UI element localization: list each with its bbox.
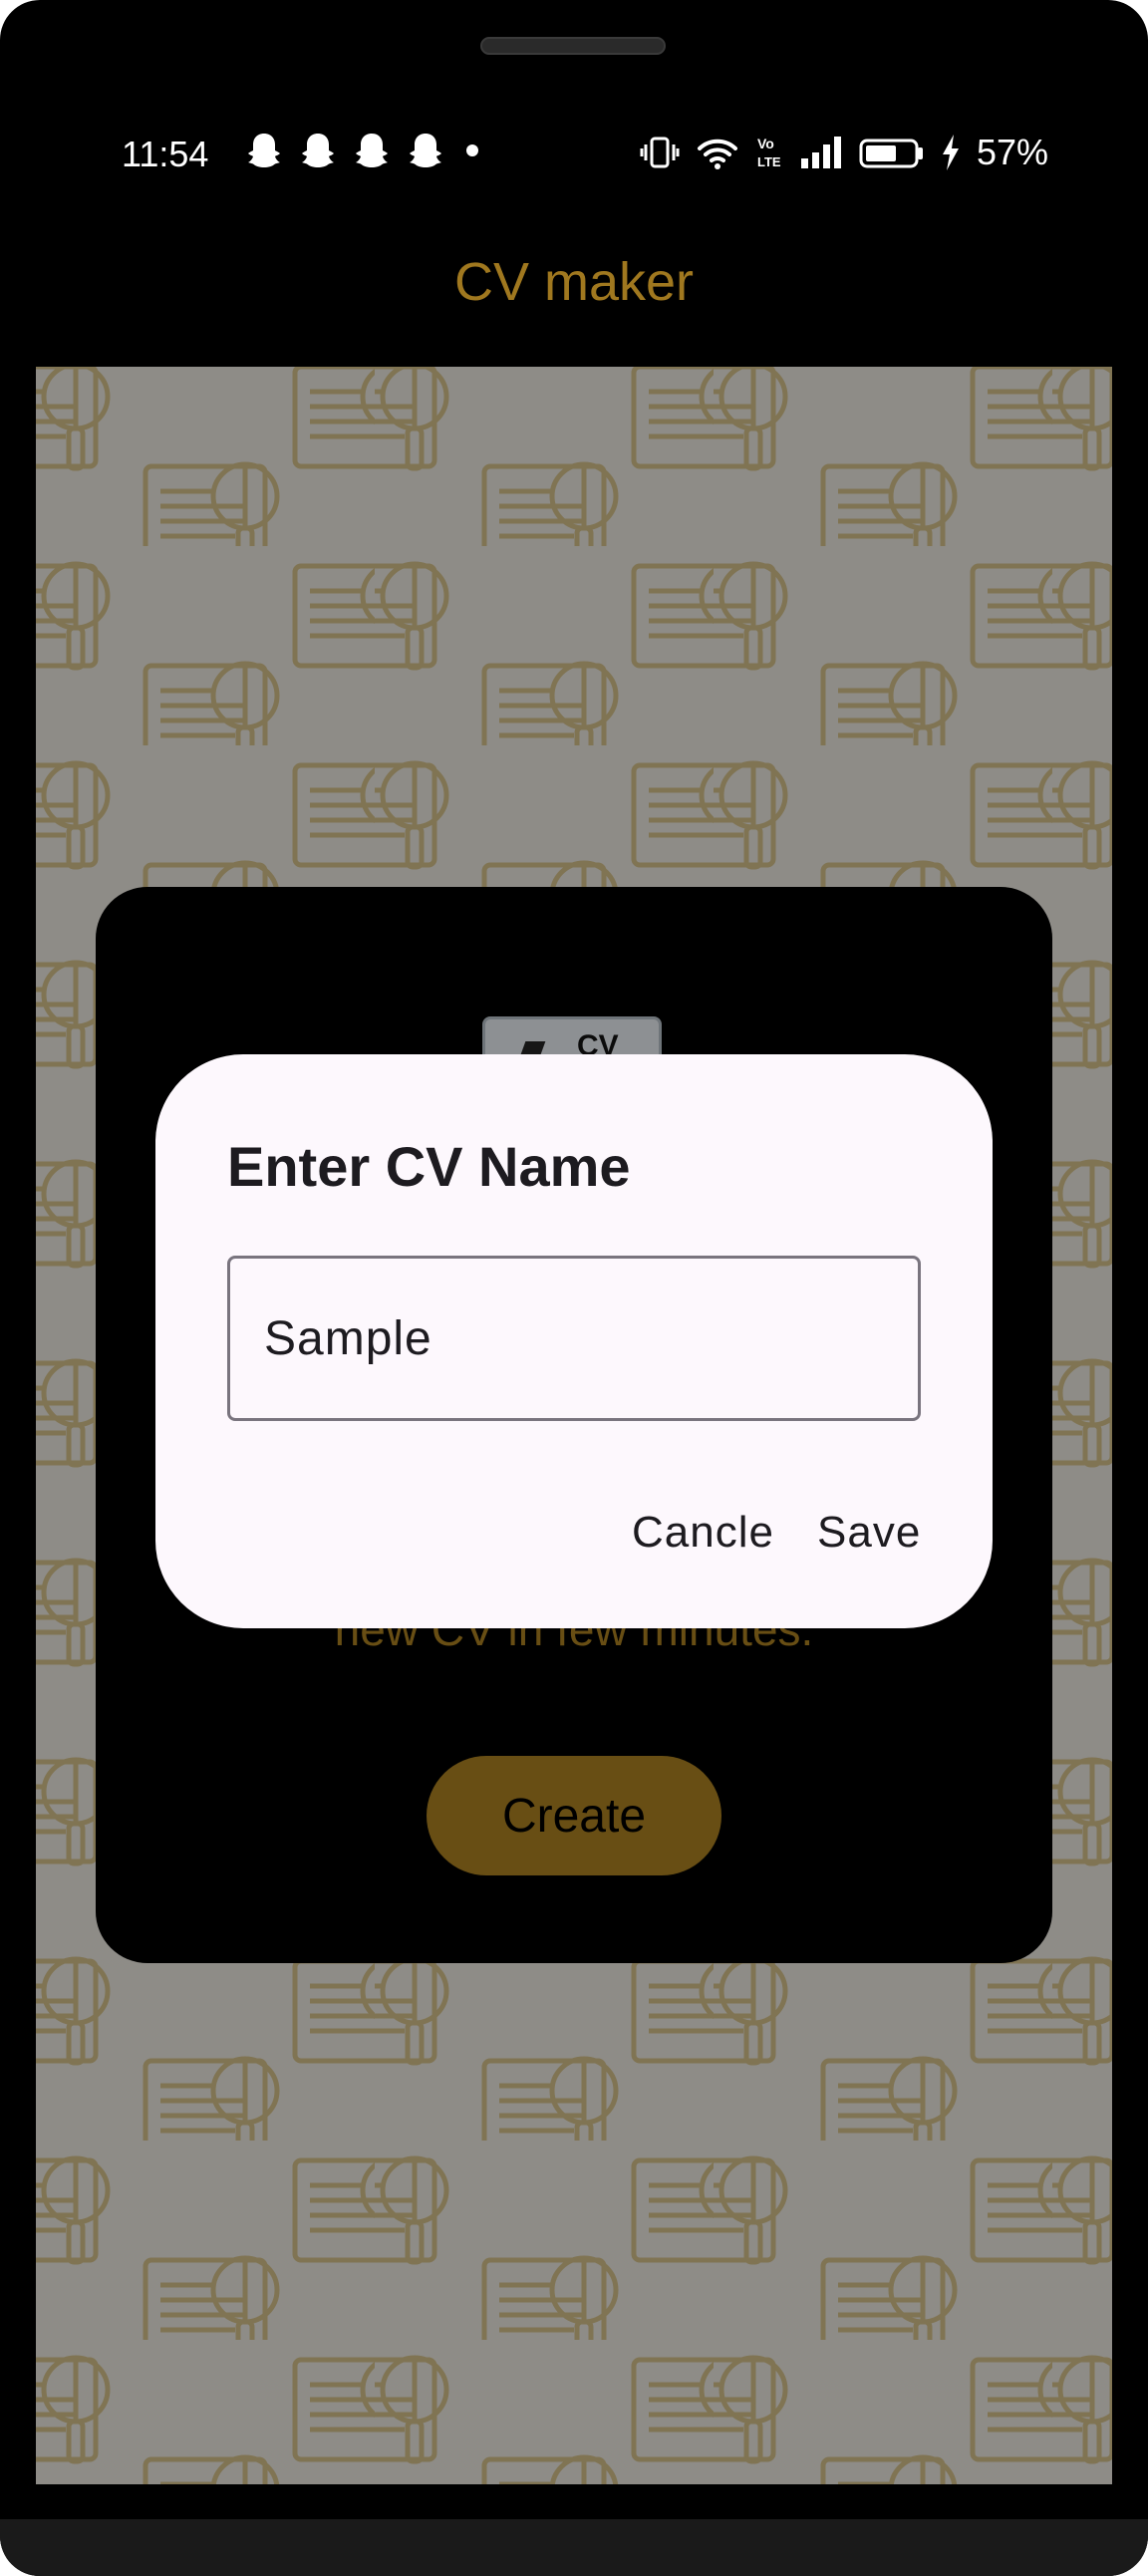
status-time: 11:54: [122, 134, 209, 174]
signal-icon: [800, 137, 841, 168]
system-icons: Vo LTE 57%: [640, 132, 1048, 173]
svg-text:Vo: Vo: [757, 136, 774, 151]
more-dot-icon: [466, 144, 478, 156]
battery-percent: 57%: [976, 132, 1048, 172]
notification-icons: [247, 132, 478, 169]
phone-frame: 11:54 Vo LTE 57% CV maker CV new CV in f…: [0, 0, 1148, 2576]
status-bar: 11:54 Vo LTE 57%: [0, 120, 1148, 189]
bottom-bezel: [0, 2519, 1148, 2576]
app-title: CV maker: [453, 252, 695, 312]
enter-cv-name-dialog: Enter CV Name Cancle Save: [155, 1054, 993, 1628]
vibrate-icon: [640, 137, 680, 168]
cv-name-input[interactable]: [227, 1256, 921, 1421]
snapchat-ghost-icon: [248, 134, 280, 167]
snapchat-ghost-icon: [302, 134, 334, 167]
svg-text:LTE: LTE: [757, 154, 781, 169]
save-button[interactable]: Save: [817, 1493, 921, 1573]
volte-icon: Vo LTE: [757, 136, 781, 169]
wifi-icon: [697, 139, 737, 169]
battery-icon: [859, 139, 923, 168]
charging-icon: [942, 135, 959, 170]
dialog-title: Enter CV Name: [227, 1135, 631, 1198]
speaker-grill: [480, 37, 666, 55]
snapchat-ghost-icon: [410, 134, 441, 167]
snapchat-ghost-icon: [356, 134, 388, 167]
cancel-button[interactable]: Cancle: [632, 1493, 774, 1573]
